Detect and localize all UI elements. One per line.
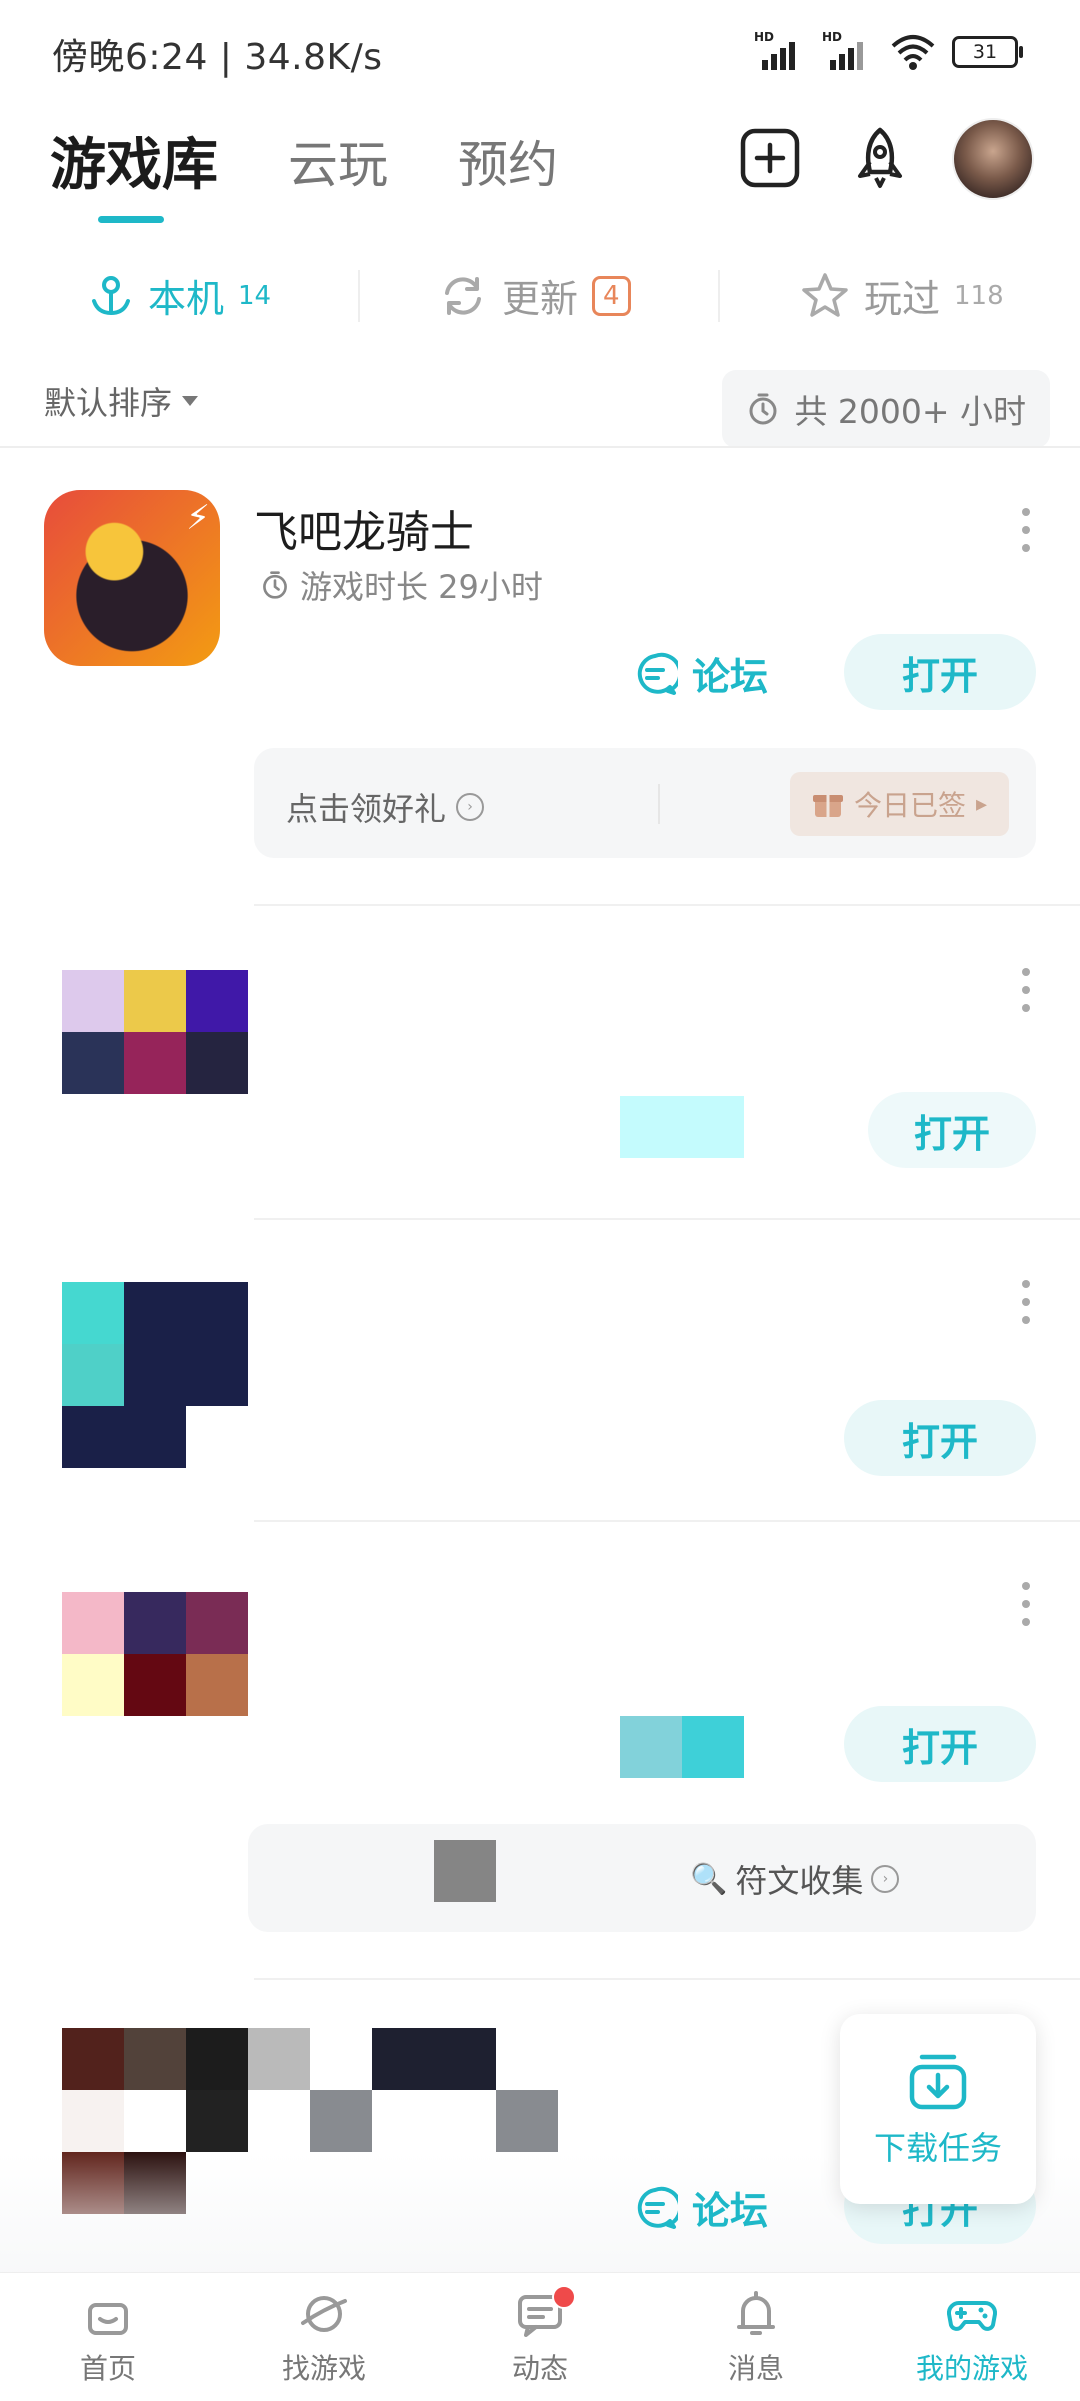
wifi-icon — [891, 35, 935, 70]
update-count-badge: 4 — [592, 275, 631, 316]
refresh-icon — [445, 276, 481, 315]
active-tab-indicator — [98, 216, 164, 223]
forum-button-blurred[interactable] — [620, 1716, 682, 1778]
tab-cloud-play[interactable]: 云玩 — [288, 125, 388, 197]
header-divider — [0, 446, 1080, 448]
game-playtime: 游戏时长 29小时 — [260, 562, 543, 608]
download-icon — [909, 2054, 967, 2110]
divider — [658, 784, 660, 824]
subtab-played-label: 玩过 — [864, 277, 941, 321]
forum-button[interactable]: 论坛 — [632, 2180, 768, 2235]
avatar[interactable] — [952, 118, 1034, 200]
game-title[interactable]: 飞吧龙骑士 — [254, 496, 474, 560]
download-tasks-button[interactable]: 下载任务 — [840, 2014, 1036, 2204]
forum-icon — [637, 652, 678, 695]
tab-game-library[interactable]: 游戏库 — [50, 120, 218, 201]
row-divider — [254, 904, 1080, 906]
more-options-icon[interactable] — [1022, 1582, 1030, 1626]
chevron-down-icon — [182, 396, 199, 406]
gift-icon — [813, 795, 843, 817]
forum-button-blurred[interactable] — [682, 1716, 744, 1778]
more-options-icon[interactable] — [1022, 968, 1030, 1012]
add-icon[interactable] — [738, 126, 802, 190]
star-icon — [802, 272, 848, 317]
home-icon — [88, 2303, 128, 2335]
more-options-icon[interactable] — [1022, 508, 1030, 552]
blurred-block — [434, 1840, 496, 1902]
nav-my-games[interactable]: 我的游戏 — [864, 2273, 1080, 2401]
open-button[interactable]: 打开 — [868, 1092, 1036, 1168]
subtab-local[interactable]: 本机 14 — [88, 268, 271, 323]
claim-gift-link[interactable]: 点击领好礼 › — [286, 784, 485, 830]
forum-button-blurred[interactable] — [620, 1096, 744, 1158]
divider — [358, 270, 360, 322]
search-icon: 🔍 — [690, 1861, 728, 1897]
gamepad-icon — [946, 2300, 998, 2331]
divider — [718, 270, 720, 322]
timer-icon — [749, 393, 777, 425]
anchor-icon — [92, 275, 130, 315]
planet-icon — [301, 2296, 347, 2332]
subtab-local-label: 本机 — [148, 277, 225, 321]
subtab-played-count: 118 — [954, 280, 1004, 311]
game-icon-blurred[interactable] — [62, 1592, 248, 1716]
bottom-nav: 首页 找游戏 动态 消息 我的游戏 — [0, 2272, 1080, 2401]
row-divider — [254, 1978, 1080, 1980]
status-time-speed: 傍晚6:24 | 34.8K/s — [52, 37, 383, 78]
forum-button[interactable]: 论坛 — [632, 646, 768, 701]
game-icon-blurred[interactable] — [62, 970, 248, 1094]
sort-dropdown[interactable]: 默认排序 — [44, 378, 199, 424]
open-button[interactable]: 打开 — [844, 634, 1036, 710]
rune-bar — [248, 1824, 1036, 1932]
signal-icon: HD — [754, 30, 806, 72]
notification-dot — [552, 2285, 576, 2309]
rune-collect-link[interactable]: 🔍 符文收集 › — [690, 1856, 900, 1902]
timer-icon — [263, 571, 287, 599]
rocket-icon[interactable] — [848, 126, 912, 190]
bell-icon — [737, 2291, 775, 2335]
chevron-right-icon: › — [871, 1865, 900, 1893]
game-icon[interactable]: ⚡ — [44, 490, 220, 666]
signed-today-button[interactable]: 今日已签 ▸ — [790, 772, 1010, 836]
tab-reservation[interactable]: 预约 — [458, 125, 558, 197]
more-options-icon[interactable] — [1022, 1280, 1030, 1324]
total-playtime-text: 共 2000+ 小时 — [794, 392, 1026, 431]
battery-icon: 31 — [952, 36, 1023, 68]
forum-icon — [637, 2186, 678, 2229]
subtab-update-label: 更新 — [502, 277, 579, 321]
signal-icon: HD — [822, 30, 874, 72]
subtab-update[interactable]: 更新 4 — [438, 268, 631, 323]
sort-label: 默认排序 — [44, 384, 173, 422]
row-divider — [254, 1520, 1080, 1522]
open-button[interactable]: 打开 — [844, 1706, 1036, 1782]
chevron-right-icon: › — [456, 793, 485, 821]
chevron-right-icon: ▸ — [976, 791, 988, 817]
row-divider — [254, 1218, 1080, 1220]
lightning-icon: ⚡ — [186, 498, 210, 538]
subtab-played[interactable]: 玩过 118 — [800, 268, 1004, 323]
status-icons: HD HD 31 — [754, 30, 1023, 72]
open-button[interactable]: 打开 — [844, 1400, 1036, 1476]
total-playtime: 共 2000+ 小时 — [722, 370, 1050, 448]
game-icon-blurred[interactable] — [62, 1282, 248, 1468]
nav-feed[interactable]: 动态 — [432, 2273, 648, 2401]
nav-find-games[interactable]: 找游戏 — [216, 2273, 432, 2401]
nav-home[interactable]: 首页 — [0, 2273, 216, 2401]
subtab-local-count: 14 — [238, 280, 272, 311]
nav-messages[interactable]: 消息 — [648, 2273, 864, 2401]
